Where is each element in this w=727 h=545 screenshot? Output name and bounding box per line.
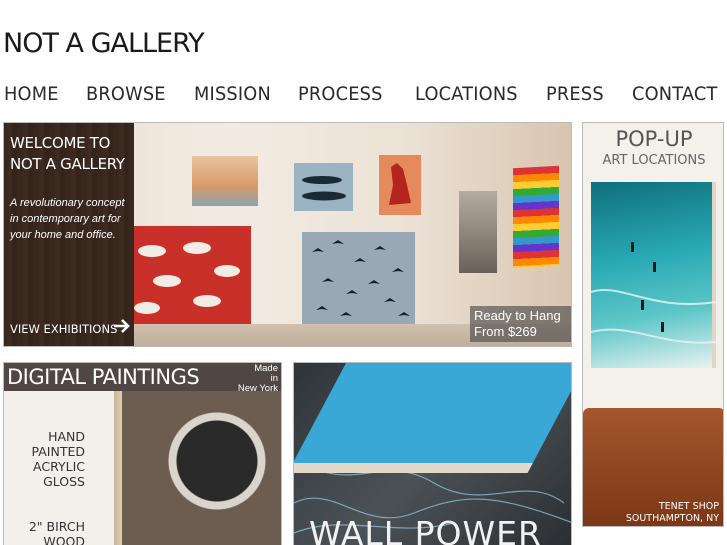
price-badge: Ready to Hang From $269 [470,306,571,342]
speedometer-painting [122,391,281,545]
site-logo[interactable]: NOT A GALLERY [3,28,205,59]
popup-subtitle: ART LOCATIONS [602,153,706,168]
hero-title-line1: WELCOME TO [10,134,111,152]
price-line1: Ready to Hang [474,308,561,323]
wall-power-title: WALL POWER [309,514,542,545]
surfers-painting [590,182,717,368]
shop-location-label: TENET SHOP SOUTHAMPTON, NY [626,501,719,525]
spec-item: PAINTED [31,444,86,459]
arrow-right-icon[interactable] [112,316,132,341]
spec-list-material: 2" BIRCH WOOD [29,519,85,545]
artwork-portrait [459,191,497,273]
spec-item: ACRYLIC [33,459,85,474]
digital-paintings-panel[interactable]: DIGITAL PAINTINGS Made in New York HAND … [3,362,282,545]
nav-browse[interactable]: BROWSE [86,84,166,105]
spec-list-finish: HAND PAINTED ACRYLIC GLOSS [32,429,86,489]
spec-item: WOOD [43,534,85,545]
nav-process[interactable]: PROCESS [298,84,383,105]
nav-contact[interactable]: CONTACT [632,84,718,105]
shop-city: SOUTHAMPTON, NY [625,513,719,524]
spec-item: HAND [48,429,85,444]
artwork-beach [192,156,258,206]
price-line2: From $269 [474,324,537,339]
nav-mission[interactable]: MISSION [194,84,271,105]
view-exhibitions-link[interactable]: VIEW EXHIBITIONS [10,322,117,336]
digital-paintings-title: DIGITAL PAINTINGS [7,365,200,389]
artwork-red-figure [379,155,421,215]
popup-title: POP-UP [615,127,693,151]
artwork-whales [294,163,353,211]
made-in-label: Made in New York [238,364,278,394]
made-in-line3: New York [237,383,278,394]
hero-banner[interactable]: WELCOME TO NOT A GALLERY A revolutionary… [3,122,572,347]
spec-item: GLOSS [43,474,85,489]
nav-locations[interactable]: LOCATIONS [415,84,518,105]
popup-locations-panel[interactable]: POP-UP ART LOCATIONS TENET SHOP SOUTHAMP… [582,122,724,527]
artwork-zebras [117,226,251,325]
artwork-birds [302,232,415,327]
nav-home[interactable]: HOME [4,84,59,105]
hero-title-line2: NOT A GALLERY [10,155,125,173]
spec-item: 2" BIRCH [28,519,85,534]
hero-description: A revolutionary concept in contemporary … [10,197,125,241]
shop-name: TENET SHOP [658,501,719,512]
nav-press[interactable]: PRESS [546,84,604,105]
wall-power-panel[interactable]: WALL POWER [293,362,572,545]
artwork-stripes [513,165,559,269]
main-nav: HOME BROWSE MISSION PROCESS LOCATIONS PR… [4,84,724,106]
